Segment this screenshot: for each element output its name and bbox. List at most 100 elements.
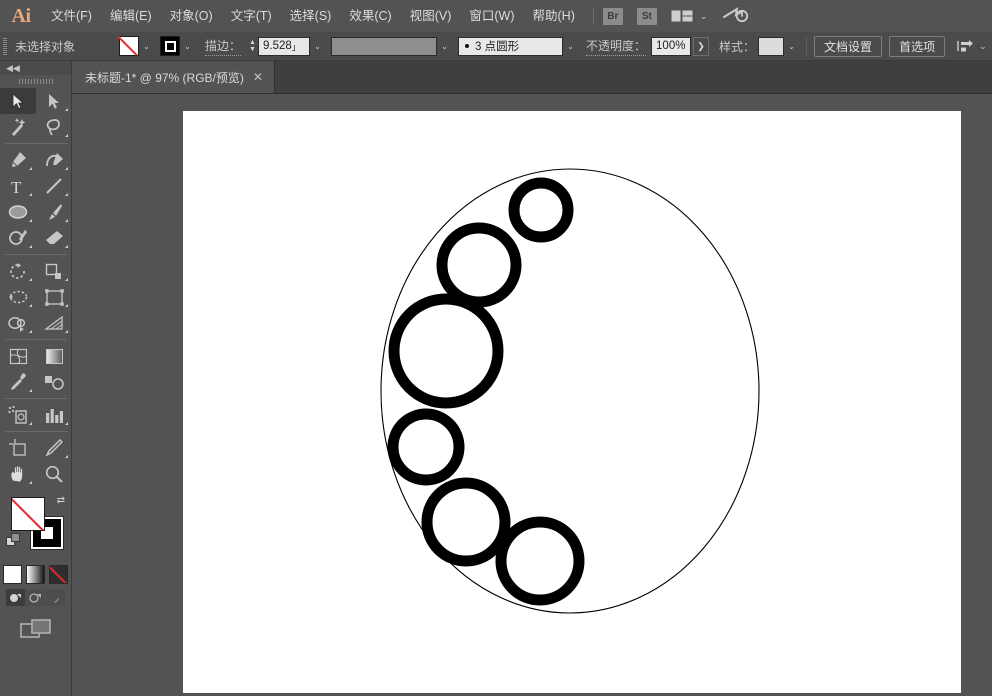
opacity-label[interactable]: 不透明度： (586, 37, 646, 56)
sync-settings-icon[interactable] (723, 6, 749, 27)
tool-divider (5, 431, 67, 432)
menu-effect[interactable]: 效果(C) (340, 0, 400, 32)
tool-flyout-indicator-icon (29, 422, 32, 425)
menu-file[interactable]: 文件(F) (42, 0, 101, 32)
perspective-grid-tool[interactable] (36, 310, 72, 336)
shape-builder-tool[interactable] (0, 310, 36, 336)
paintbrush-tool[interactable] (36, 199, 72, 225)
tool-flyout-indicator-icon (65, 193, 68, 196)
align-options-icon[interactable]: ⌄ (957, 39, 987, 53)
close-icon[interactable]: ✕ (253, 70, 263, 84)
tool-flyout-indicator-icon (65, 134, 68, 137)
tool-flyout-indicator-icon (65, 304, 68, 307)
curvature-tool[interactable] (36, 147, 72, 173)
pencil-tool[interactable] (0, 225, 36, 251)
none-swatch[interactable] (49, 565, 68, 584)
opacity-input[interactable]: 100% (651, 37, 691, 56)
menu-help[interactable]: 帮助(H) (524, 0, 584, 32)
screen-mode-button[interactable] (0, 618, 71, 640)
graphic-style-swatch[interactable] (758, 37, 784, 56)
magic-wand-tool[interactable] (0, 114, 36, 140)
tool-flyout-indicator-icon (65, 455, 68, 458)
menu-window[interactable]: 窗口(W) (460, 0, 523, 32)
document-tab[interactable]: 未标题-1* @ 97% (RGB/预览) ✕ (72, 61, 275, 93)
arrange-chevron-down-icon[interactable]: ⌄ (700, 11, 708, 22)
document-setup-button[interactable]: 文档设置 (814, 36, 882, 57)
eyedropper-tool[interactable] (0, 369, 36, 395)
stroke-color-swatch[interactable] (160, 36, 180, 56)
draw-inside-mode[interactable] (46, 589, 65, 606)
app-logo-icon: Ai (0, 0, 42, 32)
menu-edit[interactable]: 编辑(E) (101, 0, 161, 32)
menu-type[interactable]: 文字(T) (222, 0, 281, 32)
canvas-area[interactable] (72, 94, 992, 696)
selection-tool[interactable] (0, 88, 36, 114)
column-graph-tool[interactable] (36, 402, 72, 428)
preferences-button[interactable]: 首选项 (889, 36, 945, 57)
brush-preview-icon (465, 44, 469, 48)
circle-6 (501, 522, 579, 600)
type-tool[interactable]: T (0, 173, 36, 199)
line-segment-tool[interactable] (36, 173, 72, 199)
color-swatch[interactable] (3, 565, 22, 584)
stroke-weight-value: 9.528 (263, 40, 292, 52)
slice-tool[interactable] (36, 435, 72, 461)
swap-fill-stroke-icon[interactable]: ⇄ (57, 495, 65, 506)
gradient-swatch[interactable] (26, 565, 45, 584)
brush-definition-input[interactable]: 3 点圆形 (458, 37, 563, 56)
default-fill-stroke-icon[interactable] (6, 533, 21, 551)
control-divider (806, 37, 807, 56)
circle-3 (394, 299, 498, 403)
stroke-profile-chevron-down-icon[interactable]: ⌄ (437, 36, 452, 56)
draw-behind-mode[interactable] (26, 589, 45, 606)
bridge-button[interactable]: Br (603, 8, 623, 25)
tool-flyout-indicator-icon (29, 193, 32, 196)
stroke-weight-input[interactable]: 9.528 」 (258, 37, 310, 56)
tool-flyout-indicator-icon (65, 422, 68, 425)
tools-panel-grip[interactable] (0, 75, 71, 88)
fill-color-swatch[interactable] (119, 36, 139, 56)
stock-button[interactable]: St (637, 8, 657, 25)
fill-indicator-swatch[interactable] (11, 497, 45, 531)
scale-tool[interactable] (36, 258, 72, 284)
draw-normal-mode[interactable] (6, 589, 25, 606)
fill-chevron-down-icon[interactable]: ⌄ (139, 36, 154, 56)
hand-tool[interactable] (0, 461, 36, 487)
stroke-chevron-down-icon[interactable]: ⌄ (180, 36, 195, 56)
drawing-modes (0, 589, 71, 606)
circle-1 (514, 183, 568, 237)
arrange-documents-icon[interactable] (671, 9, 693, 23)
eraser-tool[interactable] (36, 225, 72, 251)
control-bar-grip[interactable] (0, 32, 9, 61)
zoom-tool[interactable] (36, 461, 72, 487)
rotate-tool[interactable] (0, 258, 36, 284)
collapse-panel-icon[interactable]: ◀◀ (0, 61, 71, 75)
stroke-profile-input[interactable] (331, 37, 437, 56)
menu-select[interactable]: 选择(S) (281, 0, 341, 32)
document-tab-title: 未标题-1* @ 97% (RGB/预览) (85, 69, 244, 86)
menu-view[interactable]: 视图(V) (401, 0, 461, 32)
mesh-tool[interactable] (0, 343, 36, 369)
lasso-tool[interactable] (36, 114, 72, 140)
artboard[interactable] (183, 111, 961, 693)
gradient-tool[interactable] (36, 343, 72, 369)
brush-chevron-down-icon[interactable]: ⌄ (563, 36, 578, 56)
blend-tool[interactable] (36, 369, 72, 395)
free-transform-tool[interactable] (36, 284, 72, 310)
symbol-sprayer-tool[interactable] (0, 402, 36, 428)
menu-object[interactable]: 对象(O) (161, 0, 222, 32)
artboard-tool[interactable] (0, 435, 36, 461)
pen-tool[interactable] (0, 147, 36, 173)
tool-divider (5, 143, 67, 144)
direct-selection-tool[interactable] (36, 88, 72, 114)
stroke-weight-chevron-down-icon[interactable]: ⌄ (310, 36, 325, 56)
control-bar: 未选择对象 ⌄ ⌄ 描边： ▲▼ 9.528 」 ⌄ ⌄ 3 点圆形 ⌄ 不透明… (0, 32, 992, 61)
width-tool[interactable] (0, 284, 36, 310)
opacity-options-button[interactable]: ❯ (693, 37, 709, 56)
stroke-weight-stepper[interactable]: ▲▼ (247, 36, 258, 56)
ellipse-tool[interactable] (0, 199, 36, 225)
stroke-weight-unit: 」 (292, 40, 301, 53)
style-chevron-down-icon[interactable]: ⌄ (784, 36, 799, 56)
stroke-weight-label[interactable]: 描边： (205, 37, 241, 56)
align-chevron-down-icon[interactable]: ⌄ (979, 41, 987, 52)
